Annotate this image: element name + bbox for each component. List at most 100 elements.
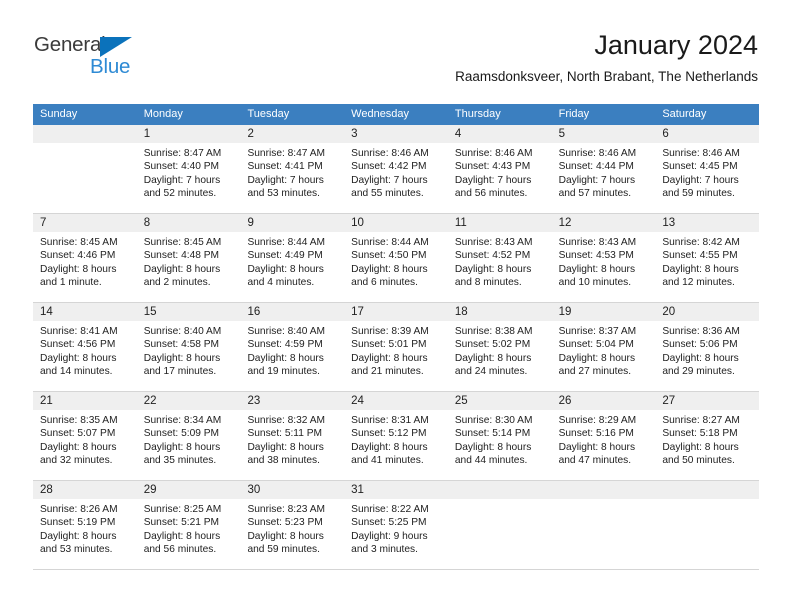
day-info-line: Daylight: 8 hours (351, 263, 428, 275)
calendar-day-cell-empty (551, 481, 656, 569)
day-sun-info: Sunrise: 8:43 AM Sunset: 4:53 PM Daylight:… (552, 232, 656, 290)
day-info-line: Sunset: 5:09 PM (143, 428, 220, 440)
day-info-line: Sunrise: 8:45 AM (143, 237, 222, 248)
day-info-line: Sunrise: 8:34 AM (143, 415, 222, 426)
day-info-line: Sunrise: 8:43 AM (558, 237, 637, 248)
calendar-weeks: 1 Sunrise: 8:47 AM Sunset: 4:40 PM Daylight… (33, 125, 760, 570)
day-sun-info: Sunrise: 8:46 AM Sunset: 4:44 PM Daylight:… (552, 143, 656, 201)
day-info-line: and 35 minutes. (143, 455, 217, 467)
day-info-line: Daylight: 8 hours (143, 352, 221, 364)
day-info-line: Sunset: 4:56 PM (40, 339, 116, 351)
day-number: 18 (447, 303, 552, 321)
day-info-line: Sunrise: 8:36 AM (662, 326, 740, 337)
day-info-line: Sunrise: 8:31 AM (351, 415, 429, 426)
calendar-day-cell: 16 Sunrise: 8:40 AM Sunset: 4:59 PM Dayligh… (240, 303, 345, 391)
calendar-day-cell: 25 Sunrise: 8:30 AM Sunset: 5:14 PM Dayligh… (447, 392, 552, 480)
day-info-line: Sunset: 5:12 PM (351, 428, 427, 440)
calendar-day-cell: 12 Sunrise: 8:43 AM Sunset: 4:53 PM Dayligh… (551, 214, 656, 302)
day-info-line: Daylight: 9 hours (351, 530, 428, 542)
day-number: 8 (136, 214, 241, 232)
day-info-line: Daylight: 8 hours (247, 530, 324, 542)
day-number: 13 (655, 214, 760, 232)
weekday-header-sunday: Sunday (40, 108, 78, 120)
day-sun-info: Sunrise: 8:22 AM Sunset: 5:25 PM Daylight:… (344, 499, 448, 557)
day-info-line: Sunset: 4:44 PM (558, 161, 634, 173)
day-sun-info: Sunrise: 8:34 AM Sunset: 5:09 PM Daylight:… (137, 410, 241, 468)
day-info-line: and 53 minutes. (247, 188, 320, 200)
day-info-line: and 8 minutes. (454, 277, 522, 289)
day-info-line: Sunrise: 8:30 AM (454, 415, 533, 426)
day-info-line: Daylight: 7 hours (662, 174, 739, 186)
day-sun-info (552, 499, 656, 503)
page-header: General Blue January 2024 Raamsdonksveer… (0, 0, 792, 100)
day-number: 7 (33, 214, 137, 232)
day-sun-info: Sunrise: 8:44 AM Sunset: 4:50 PM Daylight:… (344, 232, 448, 290)
page-title: January 2024 (594, 30, 758, 60)
day-info-line: Sunrise: 8:46 AM (558, 148, 637, 159)
day-number: 5 (551, 125, 656, 143)
day-number: 12 (551, 214, 656, 232)
calendar-day-cell: 11 Sunrise: 8:43 AM Sunset: 4:52 PM Dayligh… (447, 214, 552, 302)
calendar-page: General Blue January 2024 Raamsdonksveer… (0, 0, 792, 612)
day-info-line: and 59 minutes. (662, 188, 735, 200)
day-number: 29 (136, 481, 241, 499)
day-info-line: and 56 minutes. (143, 544, 217, 556)
calendar-day-cell: 27 Sunrise: 8:27 AM Sunset: 5:18 PM Dayligh… (655, 392, 760, 480)
day-sun-info: Sunrise: 8:25 AM Sunset: 5:21 PM Daylight:… (137, 499, 241, 557)
generalblue-logo: General Blue (34, 34, 154, 80)
day-number: 1 (136, 125, 241, 143)
day-info-line: and 1 minute. (40, 277, 102, 289)
day-info-line: Sunset: 5:06 PM (662, 339, 738, 351)
day-sun-info: Sunrise: 8:39 AM Sunset: 5:01 PM Daylight:… (344, 321, 448, 379)
day-info-line: Sunrise: 8:25 AM (143, 504, 222, 515)
day-info-line: Sunrise: 8:46 AM (351, 148, 429, 159)
day-sun-info: Sunrise: 8:47 AM Sunset: 4:41 PM Daylight:… (240, 143, 344, 201)
logo-triangle-icon (100, 37, 132, 57)
day-sun-info: Sunrise: 8:32 AM Sunset: 5:11 PM Daylight:… (240, 410, 344, 468)
day-info-line: Sunset: 5:23 PM (247, 517, 323, 529)
day-info-line: Sunrise: 8:27 AM (662, 415, 740, 426)
day-info-line: Sunrise: 8:47 AM (143, 148, 222, 159)
day-info-line: Sunrise: 8:42 AM (662, 237, 740, 248)
day-info-line: Daylight: 8 hours (558, 441, 636, 453)
day-sun-info: Sunrise: 8:31 AM Sunset: 5:12 PM Daylight:… (344, 410, 448, 468)
day-info-line: Daylight: 8 hours (40, 530, 117, 542)
weekday-header-row: Sunday Monday Tuesday Wednesday Thursday Frid… (33, 104, 759, 125)
calendar-day-cell: 10 Sunrise: 8:44 AM Sunset: 4:50 PM Dayligh… (344, 214, 448, 302)
calendar-day-cell: 21 Sunrise: 8:35 AM Sunset: 5:07 PM Dayligh… (33, 392, 137, 480)
day-info-line: and 44 minutes. (454, 455, 528, 467)
day-info-line: Sunrise: 8:45 AM (40, 237, 118, 248)
day-sun-info: Sunrise: 8:27 AM Sunset: 5:18 PM Daylight:… (655, 410, 759, 468)
day-info-line: Sunrise: 8:46 AM (662, 148, 740, 159)
day-info-line: and 52 minutes. (143, 188, 217, 200)
calendar-day-cell: 8 Sunrise: 8:45 AM Sunset: 4:48 PM Daylight… (136, 214, 241, 302)
day-sun-info: Sunrise: 8:41 AM Sunset: 4:56 PM Daylight:… (33, 321, 137, 379)
day-info-line: Sunset: 4:48 PM (143, 250, 220, 262)
day-info-line: Sunset: 5:25 PM (351, 517, 427, 529)
day-number: 2 (240, 125, 345, 143)
day-info-line: and 17 minutes. (143, 366, 217, 378)
day-info-line: and 57 minutes. (558, 188, 632, 200)
day-number: 11 (447, 214, 552, 232)
day-info-line: Sunset: 4:45 PM (662, 161, 738, 173)
day-info-line: Sunset: 4:42 PM (351, 161, 427, 173)
calendar-grid: Sunday Monday Tuesday Wednesday Thursday Frid… (33, 104, 760, 570)
day-sun-info (33, 143, 137, 147)
calendar-day-cell: 6 Sunrise: 8:46 AM Sunset: 4:45 PM Daylight… (655, 125, 760, 213)
calendar-day-cell: 24 Sunrise: 8:31 AM Sunset: 5:12 PM Dayligh… (344, 392, 448, 480)
day-info-line: Daylight: 8 hours (662, 352, 739, 364)
day-info-line: Sunset: 4:46 PM (40, 250, 116, 262)
calendar-day-cell: 26 Sunrise: 8:29 AM Sunset: 5:16 PM Dayligh… (551, 392, 656, 480)
day-info-line: Sunrise: 8:41 AM (40, 326, 118, 337)
day-info-line: Sunset: 5:07 PM (40, 428, 116, 440)
calendar-day-cell: 23 Sunrise: 8:32 AM Sunset: 5:11 PM Dayligh… (240, 392, 345, 480)
day-sun-info: Sunrise: 8:42 AM Sunset: 4:55 PM Daylight:… (655, 232, 759, 290)
day-sun-info: Sunrise: 8:23 AM Sunset: 5:23 PM Daylight:… (240, 499, 344, 557)
day-info-line: and 53 minutes. (40, 544, 113, 556)
calendar-day-cell-empty (33, 125, 137, 213)
day-info-line: Sunrise: 8:32 AM (247, 415, 326, 426)
day-number: 25 (447, 392, 552, 410)
day-info-line: Daylight: 8 hours (247, 263, 324, 275)
day-number: 20 (655, 303, 760, 321)
day-info-line: Sunset: 4:49 PM (247, 250, 323, 262)
